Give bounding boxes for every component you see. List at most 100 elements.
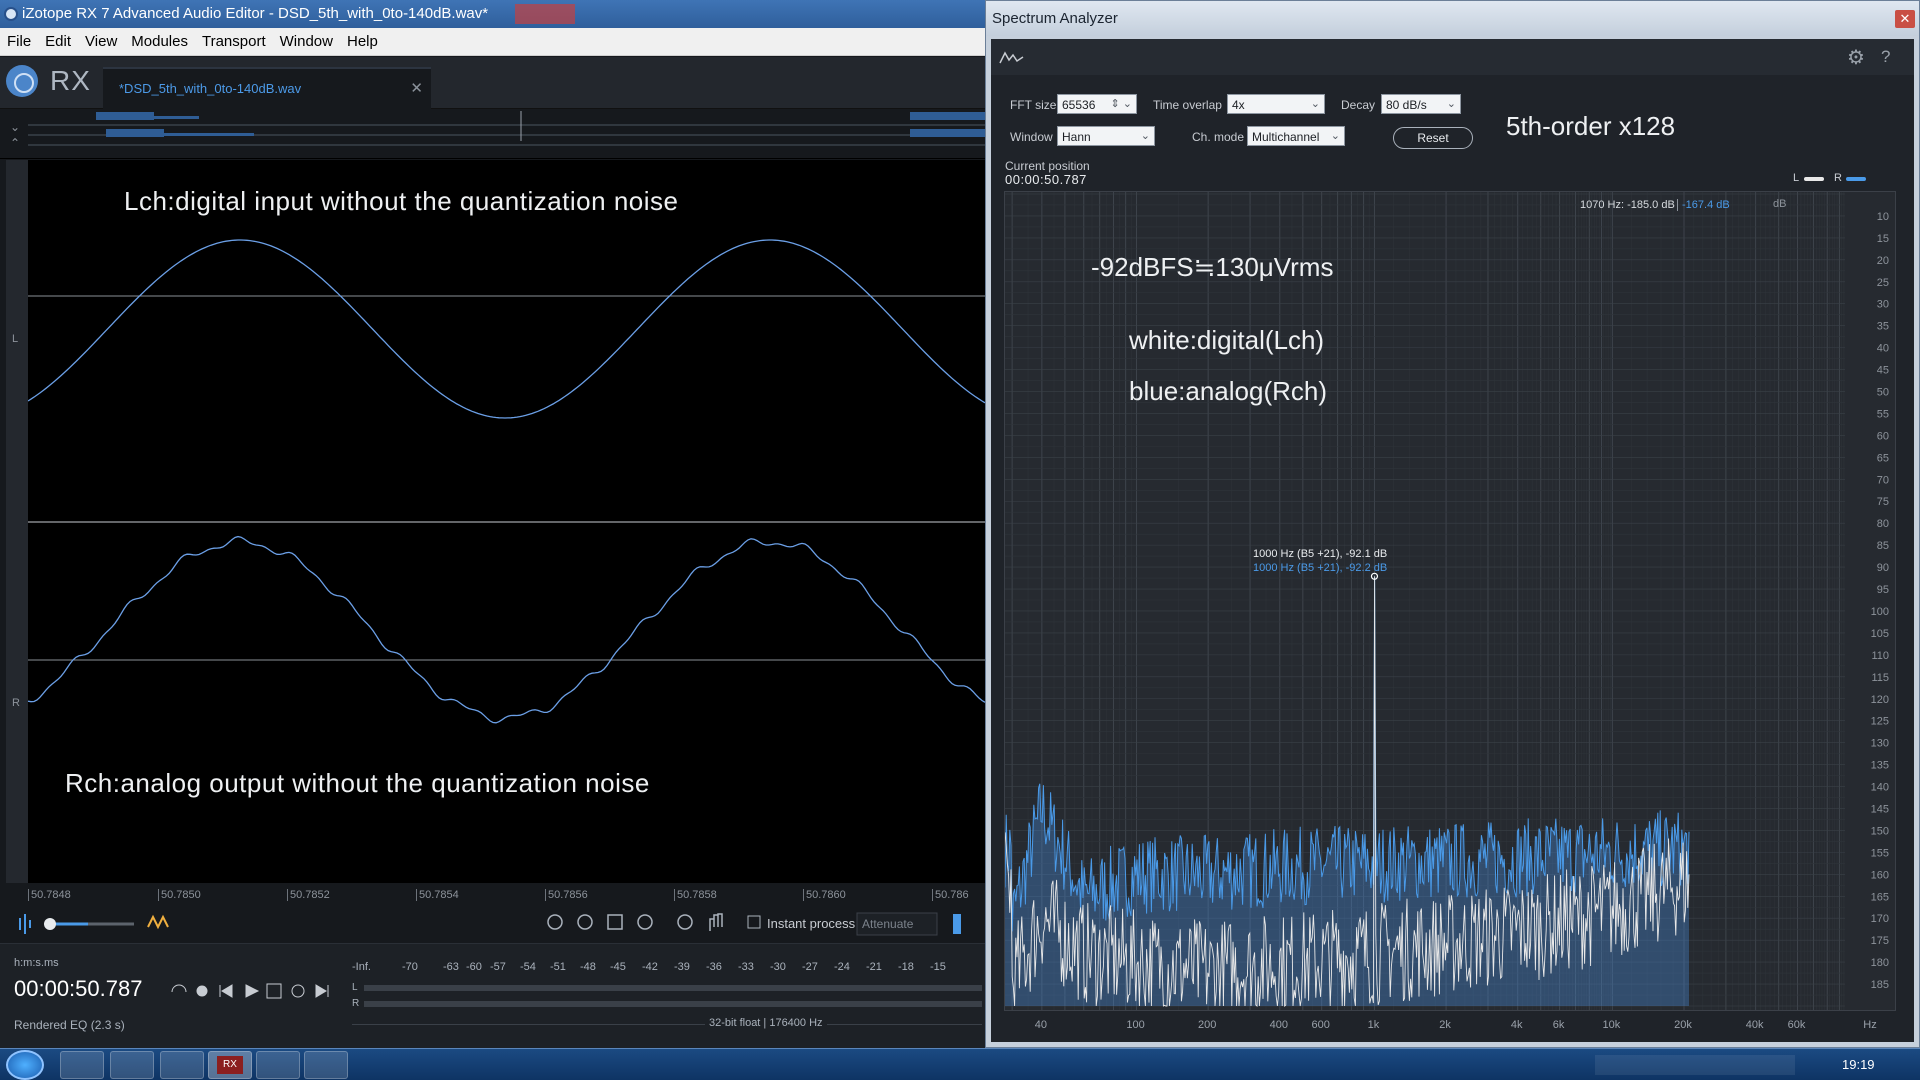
- taskbar-app-icon[interactable]: [160, 1051, 204, 1079]
- rx-logo-text: RX: [50, 65, 91, 96]
- waveform-overview[interactable]: ⌄ ⌃: [0, 109, 987, 159]
- folder-icon[interactable]: [110, 1051, 154, 1079]
- hand-tool-icon[interactable]: [709, 913, 723, 931]
- instant-process-checkbox[interactable]: [747, 915, 761, 929]
- play-icon[interactable]: [245, 984, 260, 998]
- meter-scale: -Inf. -70 -63 -60 -57 -54 -51 -48 -45 -4…: [352, 961, 982, 975]
- expand-icon[interactable]: ⌃: [10, 136, 20, 150]
- select-tool-icon[interactable]: [953, 914, 961, 934]
- spectrum-title: Spectrum Analyzer: [992, 10, 1118, 27]
- menu-file[interactable]: File: [0, 28, 38, 56]
- rx-taskbar-icon[interactable]: RX: [208, 1051, 252, 1079]
- zoom-in-icon[interactable]: [547, 914, 563, 930]
- overview-block: [910, 112, 987, 120]
- x-tick-label: 400: [1269, 1019, 1288, 1031]
- window-icon[interactable]: [304, 1051, 348, 1079]
- annotation-rch: Rch:analog output without the quantizati…: [65, 768, 650, 798]
- close-tab-icon[interactable]: ✕: [410, 79, 423, 97]
- meter-label-r: R: [352, 998, 360, 1009]
- loop-icon[interactable]: [291, 984, 305, 998]
- annotation-lch: Lch:digital input without the quantizati…: [124, 186, 679, 216]
- ruler-label: 50.786: [932, 889, 969, 901]
- y-tick-label: 40: [1877, 343, 1889, 355]
- menu-help[interactable]: Help: [340, 28, 385, 56]
- system-tray[interactable]: [1595, 1055, 1795, 1075]
- clock[interactable]: 19:19: [1842, 1057, 1875, 1072]
- ruler-label: 50.7848: [28, 889, 71, 901]
- y-tick-label: 70: [1877, 474, 1889, 486]
- x-axis: 40 100 200 400 600 1k 2k 4k 6k 10k 20k 40k 60k Hz: [1004, 1011, 1896, 1037]
- y-tick-label: 45: [1877, 365, 1889, 377]
- app-icon: [4, 7, 18, 21]
- menu-window[interactable]: Window: [273, 28, 340, 56]
- meter-tick: -18: [898, 961, 914, 973]
- meter-tick: -36: [706, 961, 722, 973]
- ch-mode-value: Multichannel: [1252, 130, 1320, 144]
- current-position-value: 00:00:50.787: [1005, 172, 1087, 187]
- meter-tick: -Inf.: [352, 961, 371, 973]
- close-icon[interactable]: ✕: [1895, 10, 1915, 28]
- ch-mode-select[interactable]: Multichannel ⌄: [1247, 126, 1345, 146]
- meter-tick: -42: [642, 961, 658, 973]
- decay-select[interactable]: 80 dB/s ⌄: [1381, 94, 1461, 114]
- zoom-selection-icon[interactable]: [607, 914, 623, 930]
- overview-block: [96, 112, 154, 120]
- spectrogram-view-icon[interactable]: [147, 914, 169, 930]
- menu-edit[interactable]: Edit: [38, 28, 78, 56]
- window-label: Window: [1010, 130, 1053, 144]
- y-tick-label: 80: [1877, 518, 1889, 530]
- y-tick-label: 135: [1871, 760, 1889, 772]
- record-icon[interactable]: [196, 985, 208, 997]
- x-tick-label: 6k: [1552, 1019, 1565, 1031]
- window-select[interactable]: Hann ⌄: [1057, 126, 1155, 146]
- x-tick-label: 20k: [1674, 1019, 1692, 1031]
- taskbar-app-icon[interactable]: [60, 1051, 104, 1079]
- y-axis: 10 15 20 25 30 35 40 45 50 55 60 65 70 75 80 85 90 95 100 1…: [1871, 211, 1889, 991]
- reset-button[interactable]: Reset: [1393, 127, 1473, 149]
- current-position-label: Current position: [1005, 159, 1090, 173]
- note-blue: blue:analog(Rch): [1129, 376, 1328, 406]
- y-tick-label: 15: [1877, 233, 1889, 245]
- opacity-slider-handle[interactable]: [44, 918, 56, 930]
- channel-strip: [6, 160, 28, 883]
- time-ruler[interactable]: 50.7848 50.7850 50.7852 50.7854 50.7856 …: [28, 883, 987, 905]
- file-tab[interactable]: *DSD_5th_with_0to-140dB.wav ✕: [103, 67, 431, 109]
- start-button-icon[interactable]: [6, 1050, 44, 1080]
- time-format-selector[interactable]: h:m:s.ms: [14, 957, 59, 969]
- time-overlap-select[interactable]: 4x ⌄: [1227, 94, 1325, 114]
- spectrum-plot[interactable]: 10 15 20 25 30 35 40 45 50 55 60 65 70 75 80 85 90 95 100 1…: [1004, 191, 1896, 1011]
- skip-back-icon[interactable]: [219, 984, 233, 998]
- headphones-icon[interactable]: [171, 984, 187, 993]
- menu-transport[interactable]: Transport: [195, 28, 273, 56]
- help-icon[interactable]: ?: [1881, 47, 1890, 67]
- gear-icon[interactable]: ⚙: [1847, 45, 1865, 70]
- transport-panel: h:m:s.ms 00:00:50.787 Rendered EQ (2.3 s…: [0, 943, 987, 1048]
- title-bar-button[interactable]: [515, 4, 575, 24]
- play-selection-icon[interactable]: [266, 983, 282, 999]
- time-display: 00:00:50.787: [14, 976, 143, 1001]
- peak-label-r: 1000 Hz (B5 +21), -92.2 dB: [1253, 562, 1388, 574]
- rx-header: RX *DSD_5th_with_0to-140dB.wav ✕: [0, 57, 987, 109]
- magnify-icon[interactable]: [677, 914, 693, 930]
- waveform-view-icon[interactable]: [19, 914, 31, 934]
- meter-tick: -39: [674, 961, 690, 973]
- stepper-icon[interactable]: ⇕ ⌄: [1111, 94, 1133, 114]
- menu-modules[interactable]: Modules: [124, 28, 195, 56]
- meter-bar-l: [364, 985, 982, 991]
- collapse-icon[interactable]: ⌄: [10, 120, 20, 134]
- cursor-readout: 1070 Hz: -185.0 dB: [1580, 199, 1675, 211]
- globe-icon[interactable]: [256, 1051, 300, 1079]
- spectrum-analyzer-window: Spectrum Analyzer ✕ ⚙ ? FFT size 65536 ⇕ …: [985, 0, 1920, 1048]
- zoom-fit-icon[interactable]: [637, 914, 653, 930]
- skip-forward-icon[interactable]: [315, 984, 329, 998]
- menu-view[interactable]: View: [78, 28, 124, 56]
- note-order: 5th-order x128: [1506, 111, 1676, 141]
- spectrum-icon[interactable]: [999, 49, 1025, 65]
- format-divider: [352, 1024, 982, 1025]
- ruler-label: 50.7860: [803, 889, 846, 901]
- zoom-out-icon[interactable]: [577, 914, 593, 930]
- fft-size-field[interactable]: 65536 ⇕ ⌄: [1057, 94, 1137, 114]
- meter-tick: -15: [930, 961, 946, 973]
- chevron-down-icon: ⌄: [1310, 98, 1320, 110]
- meter-tick: -57: [490, 961, 506, 973]
